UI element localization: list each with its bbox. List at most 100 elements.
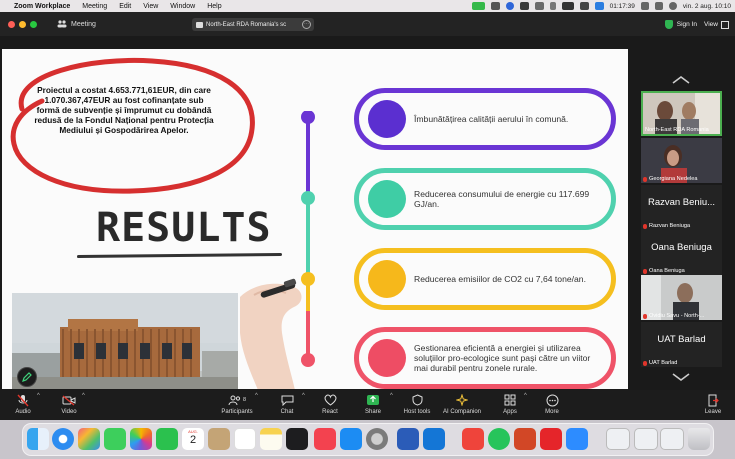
- screen-record-icon[interactable]: [594, 2, 604, 10]
- participants-caret-icon[interactable]: ^: [255, 393, 258, 399]
- participant-tile[interactable]: Razvan Beniu... Razvan Beniuga: [641, 185, 722, 230]
- share-options-icon[interactable]: ⋯: [302, 20, 311, 29]
- view-label[interactable]: View: [704, 21, 718, 28]
- sign-in-label[interactable]: Sign In: [677, 21, 697, 28]
- card-dot: [368, 100, 406, 138]
- result-card-energy: Reducerea consumului de energie cu 117.6…: [354, 168, 616, 230]
- calendar-icon[interactable]: AUG. 2: [182, 428, 204, 450]
- apps-caret-icon[interactable]: ^: [524, 393, 527, 399]
- heart-icon: [324, 394, 336, 406]
- window-titlebar: Meeting North-East RDA Romania's sc ⋯ Si…: [0, 12, 735, 36]
- outlook-icon[interactable]: [423, 428, 445, 450]
- finder-icon[interactable]: [27, 428, 49, 450]
- view-button[interactable]: View: [704, 18, 729, 31]
- settings-icon[interactable]: [366, 428, 388, 450]
- people-icon: [57, 20, 67, 28]
- participant-name: Georgiana Nedelea: [649, 176, 698, 182]
- safari-icon[interactable]: [52, 428, 74, 450]
- react-button[interactable]: React: [308, 392, 352, 415]
- participant-tile[interactable]: North-East RDA Romania: [641, 91, 722, 136]
- participant-tile[interactable]: Georgiana Nedelea: [641, 138, 722, 183]
- music-icon[interactable]: [314, 428, 336, 450]
- audio-caret-icon[interactable]: ^: [37, 393, 40, 399]
- timeline-node-4: [301, 353, 315, 367]
- share-caret-icon[interactable]: ^: [390, 393, 393, 399]
- participants-count: 8: [242, 397, 247, 403]
- leave-button[interactable]: Leave: [691, 392, 735, 415]
- calendar-day: 2: [189, 434, 197, 446]
- wifi-icon[interactable]: [579, 2, 589, 10]
- chevron-up-icon[interactable]: [672, 76, 690, 84]
- chat-icon: [281, 395, 293, 406]
- video-caret-icon[interactable]: ^: [82, 393, 85, 399]
- menu-edit[interactable]: Edit: [119, 3, 131, 10]
- camera-status-icon[interactable]: [471, 2, 485, 10]
- facetime-icon[interactable]: [156, 428, 178, 450]
- window-controls: [8, 20, 37, 28]
- photos-icon[interactable]: [130, 428, 152, 450]
- host-tools-button[interactable]: Host tools: [395, 392, 439, 415]
- timeline: [301, 111, 315, 367]
- card-text: Îmbunătățirea calității aerului în comun…: [414, 113, 569, 124]
- chevron-down-icon[interactable]: [672, 373, 690, 381]
- messages-icon[interactable]: [104, 428, 126, 450]
- status-icon-1[interactable]: [490, 2, 500, 10]
- word-icon[interactable]: [397, 428, 419, 450]
- building-photo: [12, 293, 238, 389]
- card-dot: [368, 180, 406, 218]
- launchpad-icon[interactable]: [78, 428, 100, 450]
- menu-app-name[interactable]: Zoom Workplace: [14, 3, 70, 10]
- status-icon-4[interactable]: [534, 2, 544, 10]
- bluetooth-icon[interactable]: [549, 2, 556, 10]
- sign-in[interactable]: Sign In: [664, 18, 697, 31]
- powerpoint-icon[interactable]: [514, 428, 536, 450]
- meeting-toolbar: Audio ^ Video ^ 8 Participants ^ Chat ^ …: [0, 390, 735, 420]
- anydesk-icon[interactable]: [462, 428, 484, 450]
- annotate-button[interactable]: [17, 367, 37, 387]
- participants-button[interactable]: 8 Participants: [215, 392, 259, 415]
- appstore-icon[interactable]: [340, 428, 362, 450]
- screen-share-pill[interactable]: North-East RDA Romania's sc ⋯: [192, 18, 314, 31]
- leave-icon: [708, 394, 719, 406]
- menubar-datetime[interactable]: vin. 2 aug. 10:10: [683, 3, 731, 10]
- zoom-icon[interactable]: [566, 428, 588, 450]
- trash-icon[interactable]: [688, 428, 710, 450]
- dock-window-thumbnail[interactable]: [660, 428, 684, 450]
- participant-name: Ovidiu Savu - North-...: [649, 313, 705, 319]
- control-center-icon[interactable]: [654, 2, 663, 10]
- shared-screen-area: Proiectul a costat 4.653.771,61EUR, din …: [0, 36, 640, 390]
- dock-window-thumbnail[interactable]: [606, 428, 630, 450]
- search-icon[interactable]: [640, 2, 649, 10]
- minimize-window-button[interactable]: [19, 20, 26, 28]
- dock-window-thumbnail[interactable]: [634, 428, 658, 450]
- siri-icon[interactable]: [668, 2, 677, 10]
- menu-window[interactable]: Window: [170, 3, 195, 10]
- participant-tile[interactable]: Ovidiu Savu - North-...: [641, 275, 722, 320]
- muted-mic-icon: [643, 223, 647, 229]
- participant-name: Razvan Beniuga: [649, 223, 691, 229]
- shared-slide: Proiectul a costat 4.653.771,61EUR, din …: [2, 49, 628, 389]
- muted-mic-icon: [643, 360, 647, 366]
- ai-companion-button[interactable]: AI Companion: [440, 392, 484, 415]
- participant-tile[interactable]: Oana Beniuga Oana Beniuga: [641, 230, 722, 275]
- share-button[interactable]: Share: [351, 392, 395, 415]
- status-icon-3[interactable]: [519, 2, 529, 10]
- zoom-window-button[interactable]: [30, 20, 37, 28]
- card-text: Reducerea consumului de energie cu 117.6…: [414, 188, 590, 209]
- menu-meeting[interactable]: Meeting: [82, 3, 107, 10]
- reminders-icon[interactable]: [234, 428, 256, 450]
- battery-icon[interactable]: [561, 2, 574, 10]
- participant-tile[interactable]: UAT Barlad UAT Barlad: [641, 322, 722, 367]
- more-button[interactable]: More: [530, 392, 574, 415]
- status-icon-2[interactable]: [505, 2, 514, 10]
- menu-help[interactable]: Help: [207, 3, 221, 10]
- mic-muted-icon: [17, 394, 29, 406]
- contacts-icon[interactable]: [208, 428, 230, 450]
- dock-app-icon[interactable]: [286, 428, 308, 450]
- chat-caret-icon[interactable]: ^: [302, 393, 305, 399]
- whatsapp-icon[interactable]: [488, 428, 510, 450]
- notes-icon[interactable]: [260, 428, 282, 450]
- acrobat-icon[interactable]: [540, 428, 562, 450]
- menu-view[interactable]: View: [143, 3, 158, 10]
- close-window-button[interactable]: [8, 20, 15, 28]
